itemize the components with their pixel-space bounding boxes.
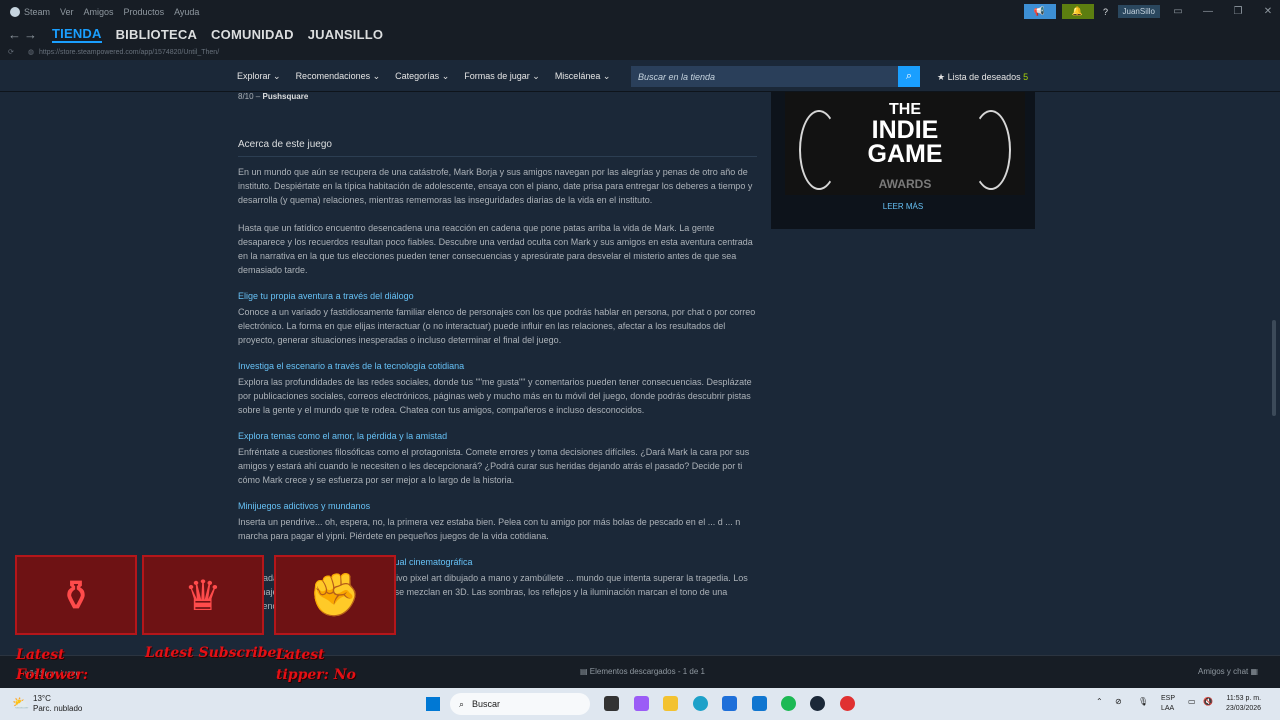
store-nav-formas-de-jugar[interactable]: Formas de jugar ⌄ <box>464 71 540 82</box>
section-text-themes: Enfréntate a cuestiones filosóficas como… <box>238 447 750 485</box>
overlay-follower-card: ⚱ <box>15 555 137 635</box>
help-icon[interactable]: ? <box>1100 7 1112 17</box>
section-heading-technology: Investiga el escenario a través de la te… <box>238 361 465 371</box>
tray-chevron-icon[interactable]: ⌃ <box>1096 697 1103 706</box>
section-text-minigames: Inserta un pendrive... oh, espera, no, l… <box>238 517 741 541</box>
menu-ver[interactable]: Ver <box>60 7 74 17</box>
wishlist-count: 5 <box>1023 72 1029 82</box>
overlay-subscriber-label: Latest Subscriber: <box>145 645 289 661</box>
friends-chat-button[interactable]: Amigos y chat ▦ <box>1198 667 1258 676</box>
tray-volume-icon[interactable]: 🔇 <box>1203 697 1213 706</box>
tab-comunidad[interactable]: COMUNIDAD <box>211 27 294 42</box>
section-heading-visual: sual cinematográfica <box>390 557 473 567</box>
bell-icon: 🔔 <box>1071 6 1084 16</box>
tab-juansillo[interactable]: JUANSILLO <box>308 27 383 42</box>
section-text-technology: Explora las profundidades de las redes s… <box>238 377 752 415</box>
megaphone-icon: 📢 <box>1033 6 1046 16</box>
window-controls-area: 📢 🔔 ? JuanSillo ▭ — ❐ ✕ <box>1023 4 1280 19</box>
globe-icon: ◍ <box>27 49 34 56</box>
taskbar-search[interactable]: ⌕ Buscar <box>450 693 590 715</box>
award-title: THE INDIE GAME <box>867 101 943 168</box>
description-paragraph-2: Hasta que un fatídico encuentro desencad… <box>238 223 753 275</box>
section-heading-minigames: Minijuegos adictivos y mundanos <box>238 501 371 511</box>
indie-game-awards-banner[interactable]: THE INDIE GAME AWARDS <box>785 92 1025 195</box>
edge-icon[interactable] <box>693 696 708 711</box>
section-heading-themes: Explora temas como el amor, la pérdida y… <box>238 431 448 441</box>
monitor-icon[interactable]: ▭ <box>1166 6 1190 17</box>
menu-productos[interactable]: Productos <box>124 7 165 17</box>
url-text[interactable]: https://store.steampowered.com/app/15748… <box>39 49 219 56</box>
menu-amigos[interactable]: Amigos <box>84 7 114 17</box>
url-bar: ⟳ ◍ https://store.steampowered.com/app/1… <box>0 44 1280 60</box>
game-description: 8/10 – Pushsquare Acerca de este juego E… <box>238 90 758 613</box>
search-icon: ⌕ <box>459 698 465 709</box>
wishlist-link[interactable]: ★ Lista de deseados 5 <box>937 72 1028 83</box>
description-paragraph-1: En un mundo que aún se recupera de una c… <box>238 167 753 205</box>
menu-ayuda[interactable]: Ayuda <box>174 7 199 17</box>
windows-start-icon[interactable] <box>426 697 440 711</box>
weather-icon: ⛅ <box>12 695 30 711</box>
spotify-icon[interactable] <box>781 696 796 711</box>
spray-can-icon: ⚱ <box>58 571 94 619</box>
forward-arrow-icon[interactable]: → <box>24 27 38 42</box>
minimize-icon[interactable]: — <box>1196 6 1220 17</box>
search-button[interactable]: ⌕ <box>898 66 920 87</box>
language-indicator[interactable]: ESP LAA <box>1161 694 1175 714</box>
reload-icon[interactable]: ⟳ <box>8 48 14 56</box>
page-scrollbar[interactable] <box>1272 320 1276 416</box>
store-nav-recomendaciones[interactable]: Recomendaciones ⌄ <box>296 71 381 82</box>
section-text-dialogue: Conoce a un variado y fastidiosamente fa… <box>238 307 756 345</box>
tab-tienda[interactable]: TIENDA <box>52 26 102 43</box>
store-nav-miscelanea[interactable]: Miscelánea ⌄ <box>555 71 611 82</box>
weather-widget[interactable]: 13°C Parc. nublado <box>33 694 82 714</box>
award-sidebar: THE INDIE GAME AWARDS LEER MÁS <box>771 92 1035 229</box>
crown-icon: ♛ <box>184 571 222 619</box>
menu-steam[interactable]: Steam <box>24 7 50 17</box>
tab-biblioteca[interactable]: BIBLIOTECA <box>116 27 197 42</box>
maximize-icon[interactable]: ❐ <box>1226 6 1250 17</box>
overlay-tipper-card: ✊ <box>274 555 396 635</box>
download-icon: ▤ <box>580 667 590 676</box>
main-nav: ← → TIENDA BIBLIOTECA COMUNIDAD JUANSILL… <box>0 24 1280 44</box>
search-input[interactable] <box>631 66 898 87</box>
review-source[interactable]: Pushsquare <box>262 92 308 101</box>
chat-icon: ▦ <box>1250 667 1259 676</box>
store-icon[interactable] <box>722 696 737 711</box>
wishlist-label: Lista de deseados <box>947 72 1021 82</box>
announcement-button[interactable]: 📢 <box>1023 4 1056 19</box>
obs-icon[interactable] <box>840 696 855 711</box>
back-arrow-icon[interactable]: ← <box>8 27 22 42</box>
steam-taskbar-icon[interactable] <box>810 696 825 711</box>
store-nav-categorias[interactable]: Categorías ⌄ <box>395 71 449 82</box>
copilot-icon[interactable] <box>634 696 649 711</box>
task-view-icon[interactable] <box>604 696 619 711</box>
store-search: ⌕ <box>631 66 920 87</box>
user-menu[interactable]: JuanSillo <box>1117 5 1160 18</box>
fist-icon: ✊ <box>308 570 362 618</box>
tray-network-icon[interactable]: ⊘ <box>1115 697 1122 706</box>
review-line: 8/10 – Pushsquare <box>238 90 758 104</box>
taskbar: ⛅ 13°C Parc. nublado ⌕ Buscar ⌃ ⊘ 🎙 ESP L… <box>0 688 1280 720</box>
file-explorer-icon[interactable] <box>663 696 678 711</box>
taskbar-clock[interactable]: 11:53 p. m. 23/03/2026 <box>1226 694 1261 714</box>
star-icon: ★ <box>937 72 946 82</box>
overlay-subscriber-card: ♛ <box>142 555 264 635</box>
about-heading: Acerca de este juego <box>238 138 757 157</box>
search-icon: ⌕ <box>905 70 913 82</box>
menu-bar: Steam Ver Amigos Productos Ayuda 📢 🔔 ? J… <box>0 0 1280 24</box>
review-score: 8/10 – <box>238 92 261 101</box>
close-icon[interactable]: ✕ <box>1256 6 1280 17</box>
downloads-status[interactable]: ▤ Elementos descargados - 1 de 1 <box>580 667 705 676</box>
steam-logo-icon <box>10 7 20 17</box>
section-heading-dialogue: Elige tu propia aventura a través del di… <box>238 291 414 301</box>
store-nav-explorar[interactable]: Explorar ⌄ <box>237 71 281 82</box>
outlook-icon[interactable] <box>752 696 767 711</box>
tray-mic-icon[interactable]: 🎙 <box>1138 697 1148 706</box>
read-more-link[interactable]: LEER MÁS <box>771 202 1035 211</box>
tray-display-icon[interactable]: ▭ <box>1188 697 1196 706</box>
award-subtitle: AWARDS <box>878 177 932 191</box>
notification-button[interactable]: 🔔 <box>1061 4 1094 19</box>
